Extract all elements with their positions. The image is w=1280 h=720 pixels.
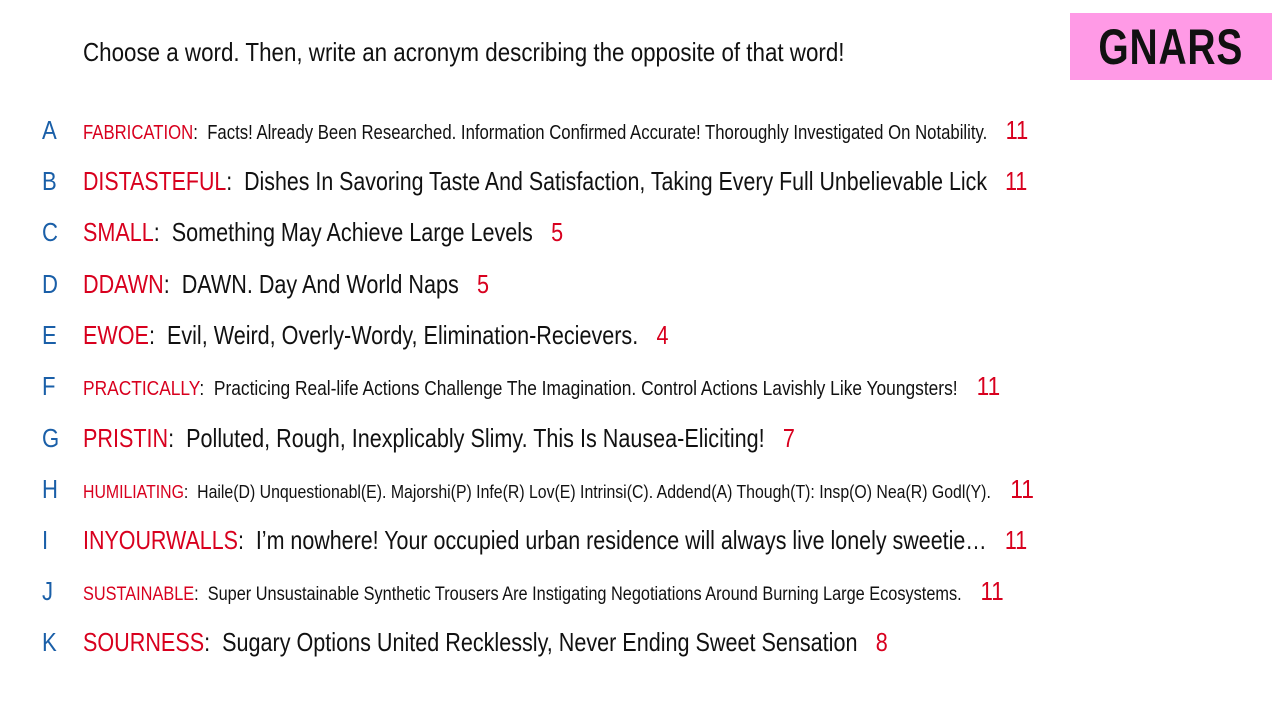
entry-letter: A: [42, 115, 57, 145]
entry-score: 7: [782, 423, 795, 453]
entry-definition: Something May Achieve Large Levels: [171, 217, 533, 247]
entry-separator: :: [163, 269, 170, 299]
gnars-logo: GNARS: [1070, 13, 1272, 80]
entry-score: 5: [551, 217, 564, 247]
entry-line: DDAWN: DAWN. Day And World Naps 5: [83, 264, 489, 304]
entry-line: SMALL: Something May Achieve Large Level…: [83, 212, 563, 252]
entry-separator: :: [194, 584, 199, 605]
entry-word: SUSTAINABLE: [83, 584, 195, 605]
entry-line: EWOE: Evil, Weird, Overly-Wordy, Elimina…: [83, 315, 669, 355]
entry-separator: :: [199, 378, 205, 400]
entry-score: 4: [656, 320, 669, 350]
prompt-text: Choose a word. Then, write an acronym de…: [83, 37, 845, 67]
entry-score: 11: [1010, 474, 1034, 504]
entry-separator: :: [168, 423, 175, 453]
entry-row-e: E EWOE: Evil, Weird, Overly-Wordy, Elimi…: [0, 315, 1280, 355]
entry-line: DISTASTEFUL: Dishes In Savoring Taste An…: [83, 161, 1027, 201]
entry-row-i: I INYOURWALLS: I’m nowhere! Your occupie…: [0, 520, 1280, 560]
entry-line: HUMILIATING: Haile(D) Unquestionabl(E). …: [83, 469, 1034, 509]
entry-line: PRISTIN: Polluted, Rough, Inexplicably S…: [83, 418, 795, 458]
entry-letter: F: [42, 371, 56, 401]
entry-definition: I’m nowhere! Your occupied urban residen…: [255, 525, 987, 555]
entry-letter: D: [42, 269, 58, 299]
entry-score: 11: [976, 371, 1001, 401]
entry-definition: Facts! Already Been Researched. Informat…: [207, 122, 988, 144]
entry-word: EWOE: [83, 320, 149, 350]
entry-word: PRACTICALLY: [83, 378, 200, 400]
entry-definition: Sugary Options United Recklessly, Never …: [222, 627, 858, 657]
entry-row-a: A FABRICATION: Facts! Already Been Resea…: [0, 110, 1280, 150]
entry-line: INYOURWALLS: I’m nowhere! Your occupied …: [83, 520, 1027, 560]
entry-definition: Haile(D) Unquestionabl(E). Majorshi(P) I…: [197, 482, 991, 502]
entry-score: 11: [1004, 525, 1028, 555]
entry-letter: H: [42, 474, 58, 504]
entry-separator: :: [226, 166, 233, 196]
entry-separator: :: [204, 627, 211, 657]
entry-word: INYOURWALLS: [83, 525, 238, 555]
entry-line: PRACTICALLY: Practicing Real-life Action…: [83, 366, 1000, 406]
entry-letter: C: [42, 217, 58, 247]
entry-letter: K: [42, 627, 57, 657]
entry-row-c: C SMALL: Something May Achieve Large Lev…: [0, 212, 1280, 252]
entry-definition: DAWN. Day And World Naps: [181, 269, 459, 299]
entry-word: SOURNESS: [83, 627, 205, 657]
entry-row-d: D DDAWN: DAWN. Day And World Naps 5: [0, 264, 1280, 304]
entry-score: 11: [1005, 115, 1029, 145]
entry-row-k: K SOURNESS: Sugary Options United Reckle…: [0, 622, 1280, 662]
entry-letter: I: [42, 525, 49, 555]
entry-letter: G: [42, 423, 60, 453]
entry-word: FABRICATION: [83, 122, 194, 144]
entry-definition: Practicing Real-life Actions Challenge T…: [213, 378, 958, 400]
entry-separator: :: [153, 217, 160, 247]
entry-row-f: F PRACTICALLY: Practicing Real-life Acti…: [0, 366, 1280, 406]
entry-definition: Super Unsustainable Synthetic Trousers A…: [207, 584, 962, 605]
entry-word: HUMILIATING: [83, 482, 184, 502]
entry-row-b: B DISTASTEFUL: Dishes In Savoring Taste …: [0, 161, 1280, 201]
entry-letter: J: [42, 576, 54, 606]
entry-word: SMALL: [83, 217, 154, 247]
logo-text: GNARS: [1098, 18, 1244, 75]
entry-definition: Polluted, Rough, Inexplicably Slimy. Thi…: [186, 423, 765, 453]
entry-word: DDAWN: [83, 269, 164, 299]
entry-word: DISTASTEFUL: [83, 166, 227, 196]
entry-line: FABRICATION: Facts! Already Been Researc…: [83, 110, 1028, 150]
entry-row-g: G PRISTIN: Polluted, Rough, Inexplicably…: [0, 418, 1280, 458]
entry-letter: E: [42, 320, 57, 350]
entry-word: PRISTIN: [83, 423, 169, 453]
entry-row-h: H HUMILIATING: Haile(D) Unquestionabl(E)…: [0, 469, 1280, 509]
entry-row-j: J SUSTAINABLE: Super Unsustainable Synth…: [0, 571, 1280, 611]
entry-separator: :: [193, 122, 198, 144]
entry-definition: Evil, Weird, Overly-Wordy, Elimination-R…: [166, 320, 639, 350]
entry-score: 5: [477, 269, 490, 299]
entry-score: 11: [980, 576, 1004, 606]
entry-line: SUSTAINABLE: Super Unsustainable Synthet…: [83, 571, 1004, 611]
entry-separator: :: [183, 482, 189, 502]
entry-letter: B: [42, 166, 57, 196]
entry-separator: :: [148, 320, 155, 350]
entry-separator: :: [237, 525, 244, 555]
entry-definition: Dishes In Savoring Taste And Satisfactio…: [244, 166, 988, 196]
entry-score: 8: [875, 627, 888, 657]
entry-line: SOURNESS: Sugary Options United Reckless…: [83, 622, 888, 662]
entry-score: 11: [1005, 166, 1028, 196]
